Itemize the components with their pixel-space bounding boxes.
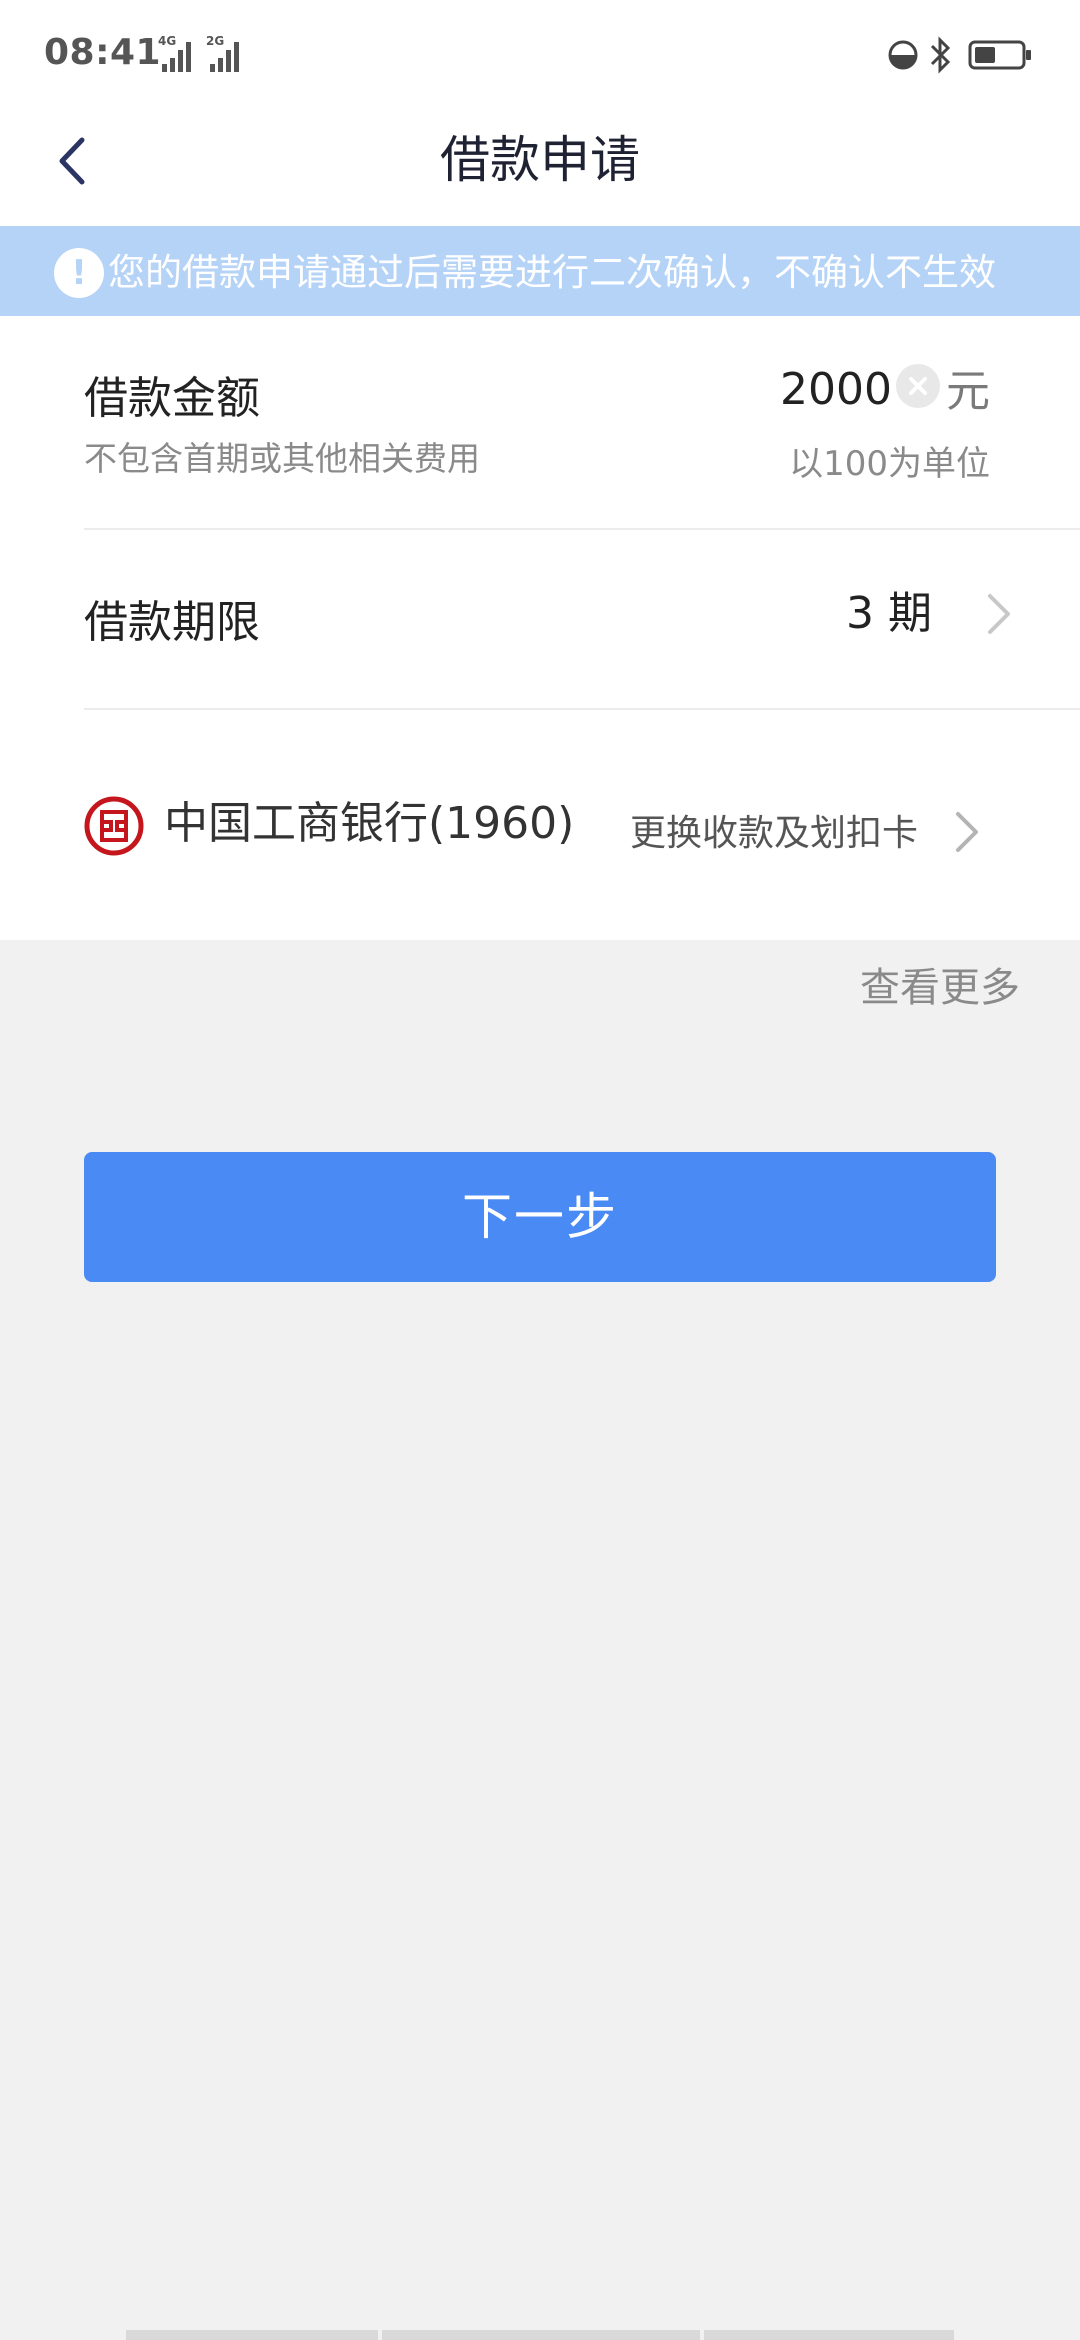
change-card-label: 更换收款及划扣卡 [630,813,919,854]
nav-indicator-center [382,2330,700,2340]
signal-2g-label: 2G [206,34,225,48]
exclamation-icon: ! [54,248,104,298]
nav-indicator-right [704,2330,954,2340]
view-more-link[interactable]: 查看更多 [860,958,1020,1018]
data-saver-icon [888,40,918,70]
signal-2g-icon: 2G [204,34,254,72]
notice-banner: ! 您的借款申请通过后需要进行二次确认，不确认不生效 [0,226,1080,316]
signal-4g-label: 4G [158,34,177,48]
nav-indicator-left [126,2330,378,2340]
chevron-right-icon [956,812,978,852]
battery-icon [968,40,1031,70]
chevron-right-icon [988,594,1010,634]
currency-unit: 元 [946,366,990,417]
icbc-logo-icon [84,796,144,856]
loan-term-value: 3 期 [846,588,932,639]
signal-4g-icon: 4G [144,34,198,72]
page-title: 借款申请 [440,131,640,189]
loan-amount-sublabel: 不包含首期或其他相关费用 [84,439,480,478]
loan-term-row[interactable]: 借款期限 3 期 [0,530,1080,708]
change-card-button[interactable]: 更换收款及划扣卡 [620,786,1000,882]
loan-form-card: 借款金额 不包含首期或其他相关费用 2000 元 以100为单位 借款期限 3 … [0,316,1080,940]
close-icon [909,377,927,395]
loan-amount-label: 借款金额 [84,373,260,424]
loan-term-label: 借款期限 [84,597,260,648]
bank-name: 中国工商银行(1960) [164,798,575,849]
notice-text: 您的借款申请通过后需要进行二次确认，不确认不生效 [108,251,996,294]
bluetooth-icon [930,36,951,74]
clear-amount-button[interactable] [896,364,940,408]
header: 借款申请 [0,110,1080,226]
amount-unit-hint: 以100为单位 [789,444,990,484]
next-step-button[interactable]: 下一步 [84,1152,996,1282]
status-bar: 08:41 4G 2G [0,0,1080,110]
status-icons [886,34,1036,74]
divider [84,708,1080,710]
loan-amount-input[interactable]: 2000 [780,360,892,420]
